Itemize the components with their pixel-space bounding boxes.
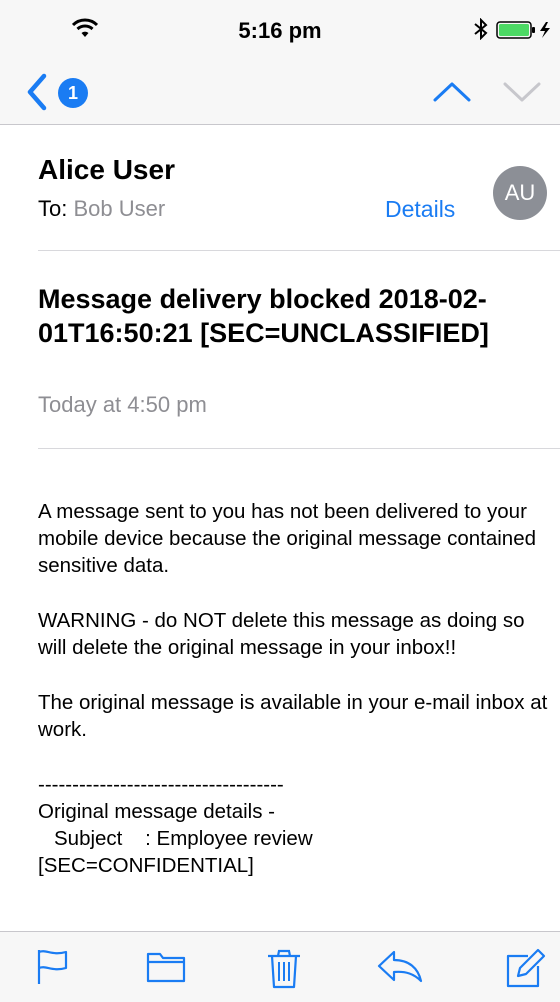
body-separator: ------------------------------------: [38, 773, 284, 796]
folder-icon[interactable]: [146, 948, 186, 989]
bottom-toolbar: [0, 931, 560, 1002]
chevron-down-icon[interactable]: [502, 76, 542, 111]
recipient-line: To: Bob User: [38, 196, 165, 222]
email-body: A message sent to you has not been deliv…: [38, 498, 548, 879]
battery-icon: [496, 21, 550, 39]
nav-bar: 1: [0, 60, 560, 125]
email-date: Today at 4:50 pm: [38, 392, 207, 417]
compose-icon[interactable]: [504, 948, 546, 995]
body-paragraph: The original message is available in you…: [38, 691, 548, 741]
avatar[interactable]: AU: [493, 166, 547, 220]
unread-count-badge[interactable]: 1: [58, 78, 88, 108]
original-subject-line-cont: [SEC=CONFIDENTIAL]: [38, 854, 254, 877]
details-link[interactable]: Details: [385, 196, 455, 223]
body-paragraph: A message sent to you has not been deliv…: [38, 500, 537, 577]
bluetooth-icon: [474, 17, 488, 45]
flag-icon[interactable]: [36, 948, 70, 991]
original-details-heading: Original message details -: [38, 800, 275, 823]
email-subject: Message delivery blocked 2018-02-01T16:5…: [38, 284, 489, 348]
chevron-up-icon[interactable]: [432, 76, 472, 111]
status-bar: 5:16 pm: [0, 0, 560, 60]
sender-name: Alice User: [38, 154, 175, 185]
reply-icon[interactable]: [376, 948, 424, 989]
body-paragraph: WARNING - do NOT delete this message as …: [38, 609, 525, 659]
divider: [38, 448, 560, 449]
to-label: To:: [38, 196, 68, 221]
recipient-name[interactable]: Bob User: [73, 196, 165, 221]
back-chevron-icon[interactable]: [24, 72, 50, 117]
divider: [38, 250, 560, 251]
original-subject-line: Subject : Employee review: [54, 827, 313, 850]
trash-icon[interactable]: [266, 948, 302, 995]
